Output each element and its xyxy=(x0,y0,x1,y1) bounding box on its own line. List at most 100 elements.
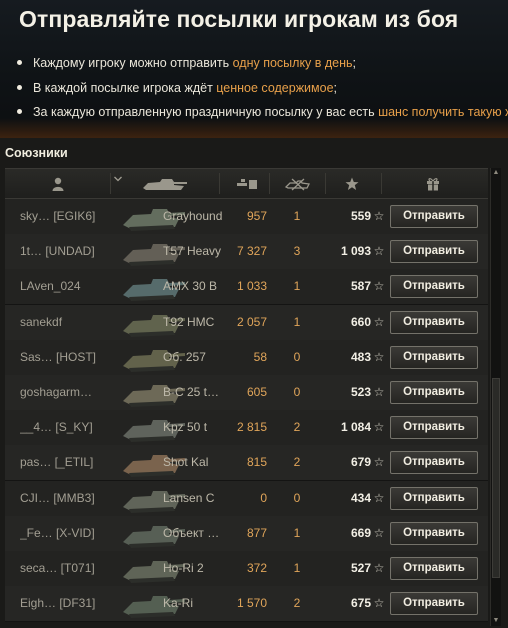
xp-value: 587 xyxy=(350,279,371,294)
gift-icon[interactable] xyxy=(405,169,461,198)
rule-item: Каждому игроку можно отправить одну посы… xyxy=(17,53,508,78)
player-name: seca… [T071] xyxy=(20,561,95,575)
kills-value: 1 xyxy=(293,314,301,329)
player-name: __4… [S_KY] xyxy=(20,420,93,435)
star-icon: ☆ xyxy=(373,349,385,364)
rule-highlight: одну посылку в день xyxy=(232,56,353,70)
kills-icon[interactable] xyxy=(273,169,323,198)
column-divider xyxy=(269,173,270,194)
damage-value: 0 xyxy=(260,490,267,505)
player-name: 1t… [UNDAD] xyxy=(20,244,95,259)
send-gift-button[interactable]: Отправить xyxy=(390,557,478,580)
damage-value: 877 xyxy=(246,525,267,540)
star-icon: ☆ xyxy=(373,244,385,259)
rule-text: В каждой посылке игрока ждёт xyxy=(33,80,217,95)
scrollbar-thumb[interactable] xyxy=(492,378,500,578)
damage-value: 1 570 xyxy=(236,596,267,611)
send-gift-button[interactable]: Отправить xyxy=(390,486,478,510)
xp-value: 679 xyxy=(350,455,371,470)
send-gift-button[interactable]: Отправить xyxy=(390,310,478,334)
page-title: Отправляйте посылки игрокам из боя xyxy=(19,6,459,32)
xp-value: 669 xyxy=(350,525,371,540)
player-name: pas… [_ETIL] xyxy=(20,455,94,470)
column-divider xyxy=(381,173,382,194)
player-name: _Fe… [X-VID] xyxy=(20,525,95,540)
damage-icon[interactable] xyxy=(227,169,267,198)
xp-value: 660 xyxy=(350,314,371,329)
send-gift-button[interactable]: Отправить xyxy=(390,521,478,545)
star-icon: ☆ xyxy=(373,385,385,399)
damage-value: 1 033 xyxy=(236,279,267,294)
kills-value: 2 xyxy=(293,455,301,470)
table-row: _Fe… [X-VID] Объект … 877 1 669 ☆ Отправить xyxy=(5,515,488,552)
rule-suffix: ; xyxy=(333,80,338,95)
star-icon: ☆ xyxy=(373,525,385,540)
kills-value: 1 xyxy=(293,525,301,540)
tank-icon[interactable] xyxy=(130,169,200,198)
rule-item: За каждую отправленную праздничную посыл… xyxy=(17,102,508,127)
kills-value: 1 xyxy=(293,561,301,575)
star-icon: ☆ xyxy=(373,314,385,329)
xp-value: 527 xyxy=(350,561,371,575)
table-row: sky… [EGIK6] Grayhound 957 1 559 ☆ Отправить xyxy=(5,199,488,235)
star-icon: ☆ xyxy=(373,490,385,505)
xp-value: 523 xyxy=(350,385,371,399)
table-row: goshagarm… В-С 25 t… 605 0 523 ☆ Отправить xyxy=(5,375,488,411)
player-name: LAven_024 xyxy=(20,279,81,294)
send-gift-button[interactable]: Отправить xyxy=(390,345,478,369)
star-icon: ☆ xyxy=(373,209,385,223)
table-row: sanekdf T92 HMC 2 057 1 660 ☆ Отправить xyxy=(5,304,488,341)
table-row: __4… [S_KY] Kpz 50 t2 815 2 1 084 ☆ Отправить xyxy=(5,410,488,447)
player-icon[interactable] xyxy=(40,169,76,198)
xp-value: 675 xyxy=(350,596,371,611)
scroll-up-icon[interactable]: ▲ xyxy=(491,168,501,178)
player-name: goshagarm… xyxy=(20,385,93,399)
damage-value: 2 057 xyxy=(236,314,267,329)
player-name: Sas… [HOST] xyxy=(20,349,97,364)
rule-highlight: шанс получить такую же xyxy=(378,105,508,119)
send-gift-button[interactable]: Отправить xyxy=(390,205,478,228)
table-row: CJI… [MMB3] Lansen C 0 0 434 ☆ Отправить xyxy=(5,480,488,517)
scroll-down-icon[interactable]: ▼ xyxy=(491,616,501,626)
table-row: seca… [T071] Ho-Ri 2 372 1 527 ☆ Отправить xyxy=(5,551,488,587)
send-gift-button[interactable]: Отправить xyxy=(390,592,478,616)
xp-value: 483 xyxy=(350,349,371,364)
rule-highlight: ценное содержимое xyxy=(216,80,334,95)
damage-value: 58 xyxy=(253,349,267,364)
table-row: pas… [_ETIL] Shot Kal 815 2 679 ☆ Отправить xyxy=(5,445,488,482)
player-name: sanekdf xyxy=(20,314,63,329)
damage-value: 957 xyxy=(246,209,267,223)
star-icon[interactable] xyxy=(327,169,377,198)
send-gift-button[interactable]: Отправить xyxy=(390,416,478,440)
player-name: Eigh… [DF31] xyxy=(20,596,96,611)
rule-item: В каждой посылке игрока ждёт ценное соде… xyxy=(17,78,508,103)
damage-value: 2 815 xyxy=(236,420,267,435)
column-divider xyxy=(325,173,326,194)
kills-value: 0 xyxy=(293,385,301,399)
table-row: LAven_024 AMX 30 B1 033 1 587 ☆ Отправить xyxy=(5,269,488,306)
column-divider xyxy=(219,173,220,194)
xp-value: 559 xyxy=(350,209,371,223)
send-gift-button[interactable]: Отправить xyxy=(390,240,478,264)
xp-value: 1 093 xyxy=(340,244,371,259)
rule-text: Каждому игроку можно отправить xyxy=(33,56,233,70)
send-gift-button[interactable]: Отправить xyxy=(390,275,478,299)
star-icon: ☆ xyxy=(373,279,385,294)
kills-value: 1 xyxy=(293,279,301,294)
star-icon: ☆ xyxy=(373,561,385,575)
table-row: Sas… [HOST] Об. 257 58 0 483 ☆ Отправить xyxy=(5,339,488,376)
kills-value: 1 xyxy=(293,209,301,223)
kills-value: 2 xyxy=(293,596,301,611)
kills-value: 3 xyxy=(293,244,301,259)
scrollbar[interactable]: ▲ ▼ xyxy=(490,168,501,626)
sort-chevron-icon[interactable] xyxy=(111,169,125,198)
table-header xyxy=(5,168,488,199)
damage-value: 7 327 xyxy=(236,244,267,259)
send-gift-button[interactable]: Отправить xyxy=(390,381,478,404)
player-name: sky… [EGIK6] xyxy=(20,209,96,223)
kills-value: 0 xyxy=(293,490,301,505)
star-icon: ☆ xyxy=(373,420,385,435)
header-banner: Отправляйте посылки игрокам из боя Каждо… xyxy=(0,0,508,138)
star-icon: ☆ xyxy=(373,596,385,611)
send-gift-button[interactable]: Отправить xyxy=(390,451,478,475)
